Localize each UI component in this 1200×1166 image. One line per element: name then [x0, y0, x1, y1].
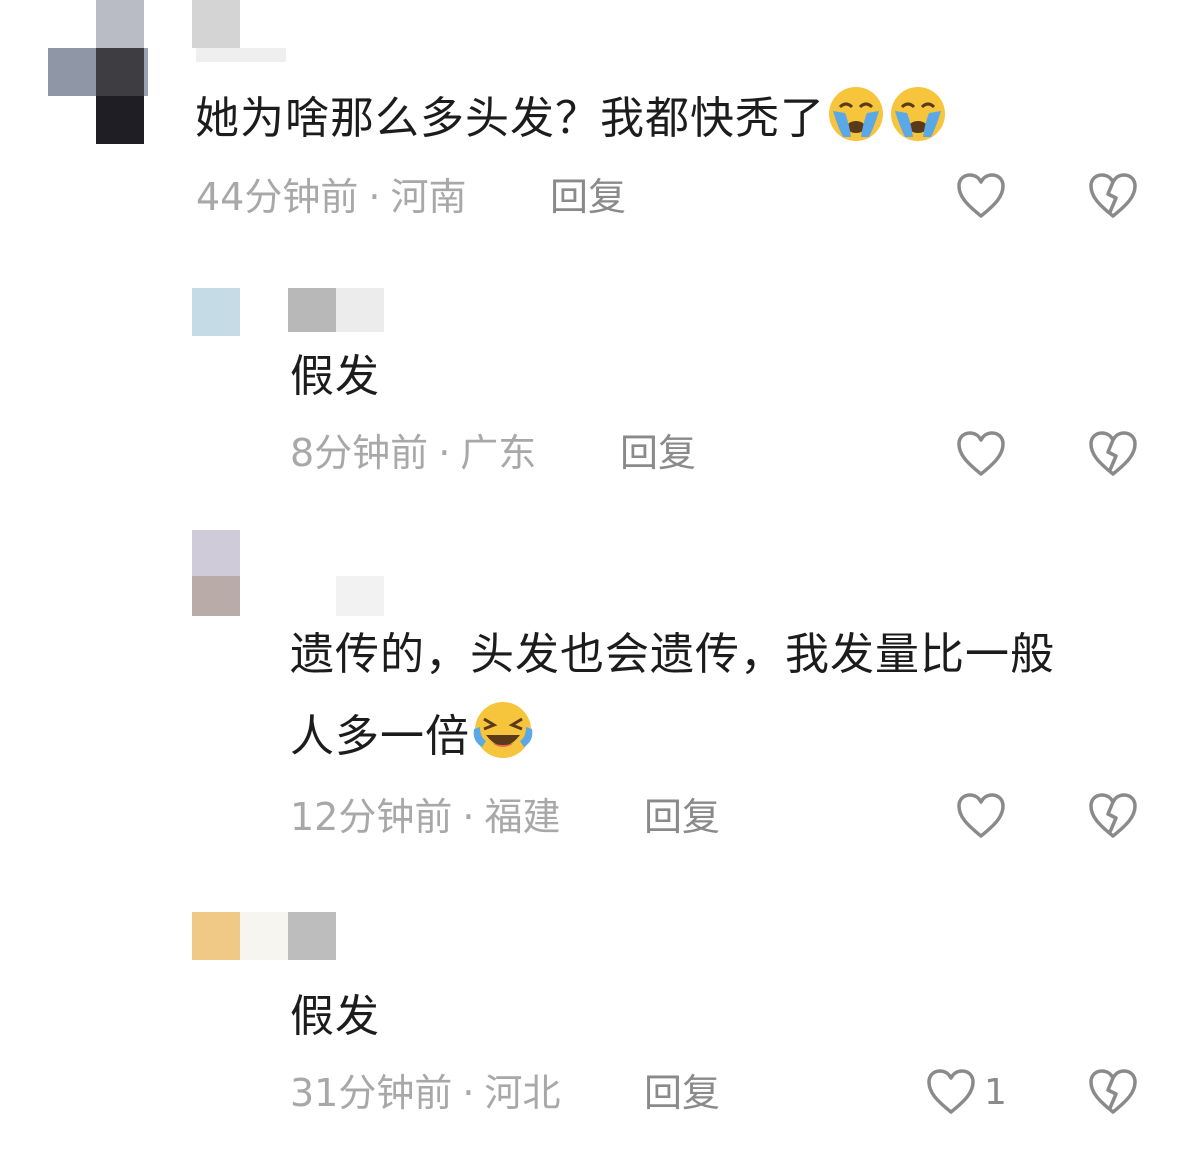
like-count: 1 [984, 1071, 1007, 1113]
broken-heart-icon [1089, 173, 1137, 218]
avatar[interactable] [192, 530, 240, 616]
reply-button[interactable]: 回复 [644, 792, 720, 842]
comment-4: 假发 31分钟前 · 河北 回复 1 [0, 912, 1200, 1132]
dislike-button[interactable] [1088, 172, 1138, 220]
comment-text-line-2: 人多一倍 [290, 696, 536, 788]
heart-icon [957, 793, 1005, 838]
like-button[interactable] [956, 172, 1006, 220]
username[interactable] [288, 288, 384, 332]
reply-button[interactable]: 回复 [550, 172, 626, 222]
username[interactable] [192, 0, 240, 48]
comment-2: 假发 8分钟前 · 广东 回复 [0, 288, 1200, 488]
laughing-tears-emoji-icon [470, 699, 536, 788]
crying-emoji-icon [887, 85, 949, 170]
broken-heart-icon [1089, 431, 1137, 476]
comment-text-line-1: 遗传的，头发也会遗传，我发量比一般 [290, 629, 1055, 680]
dislike-button[interactable] [1088, 1068, 1138, 1116]
like-button[interactable]: 1 [926, 1068, 1007, 1116]
timestamp: 31分钟前 [290, 1071, 453, 1115]
comment-3: 遗传的，头发也会遗传，我发量比一般 人多一倍 12分钟前 · 福建 回复 [0, 530, 1200, 860]
comment-text: 假发 [290, 351, 380, 402]
avatar[interactable] [192, 288, 240, 336]
heart-icon [957, 173, 1005, 218]
location: 河北 [484, 1071, 561, 1115]
comment-text: 假发 [290, 991, 380, 1042]
username-blur [196, 48, 286, 62]
heart-icon [927, 1069, 975, 1114]
avatar[interactable] [48, 0, 148, 145]
comment-meta: 44分钟前 · 河南 [196, 175, 467, 219]
crying-emoji-icon [825, 85, 887, 170]
timestamp: 44分钟前 [196, 175, 359, 219]
location: 广东 [460, 431, 537, 475]
heart-icon [957, 431, 1005, 476]
location: 河南 [390, 175, 467, 219]
comment-1: 她为啥那么多头发？我都快秃了 44分钟前 · 河南 回复 [0, 0, 1200, 240]
broken-heart-icon [1089, 793, 1137, 838]
comment-meta: 12分钟前 · 福建 [290, 795, 561, 839]
username[interactable] [336, 576, 384, 616]
like-button[interactable] [956, 792, 1006, 840]
username[interactable] [240, 912, 336, 960]
like-button[interactable] [956, 430, 1006, 478]
reply-button[interactable]: 回复 [620, 428, 696, 478]
avatar[interactable] [192, 912, 240, 960]
location: 福建 [484, 795, 561, 839]
comment-meta: 31分钟前 · 河北 [290, 1071, 561, 1115]
reply-button[interactable]: 回复 [644, 1068, 720, 1118]
dislike-button[interactable] [1088, 430, 1138, 478]
timestamp: 12分钟前 [290, 795, 453, 839]
comment-meta: 8分钟前 · 广东 [290, 431, 537, 475]
broken-heart-icon [1089, 1069, 1137, 1114]
timestamp: 8分钟前 [290, 431, 429, 475]
comment-text: 她为啥那么多头发？我都快秃了 [195, 78, 949, 170]
dislike-button[interactable] [1088, 792, 1138, 840]
